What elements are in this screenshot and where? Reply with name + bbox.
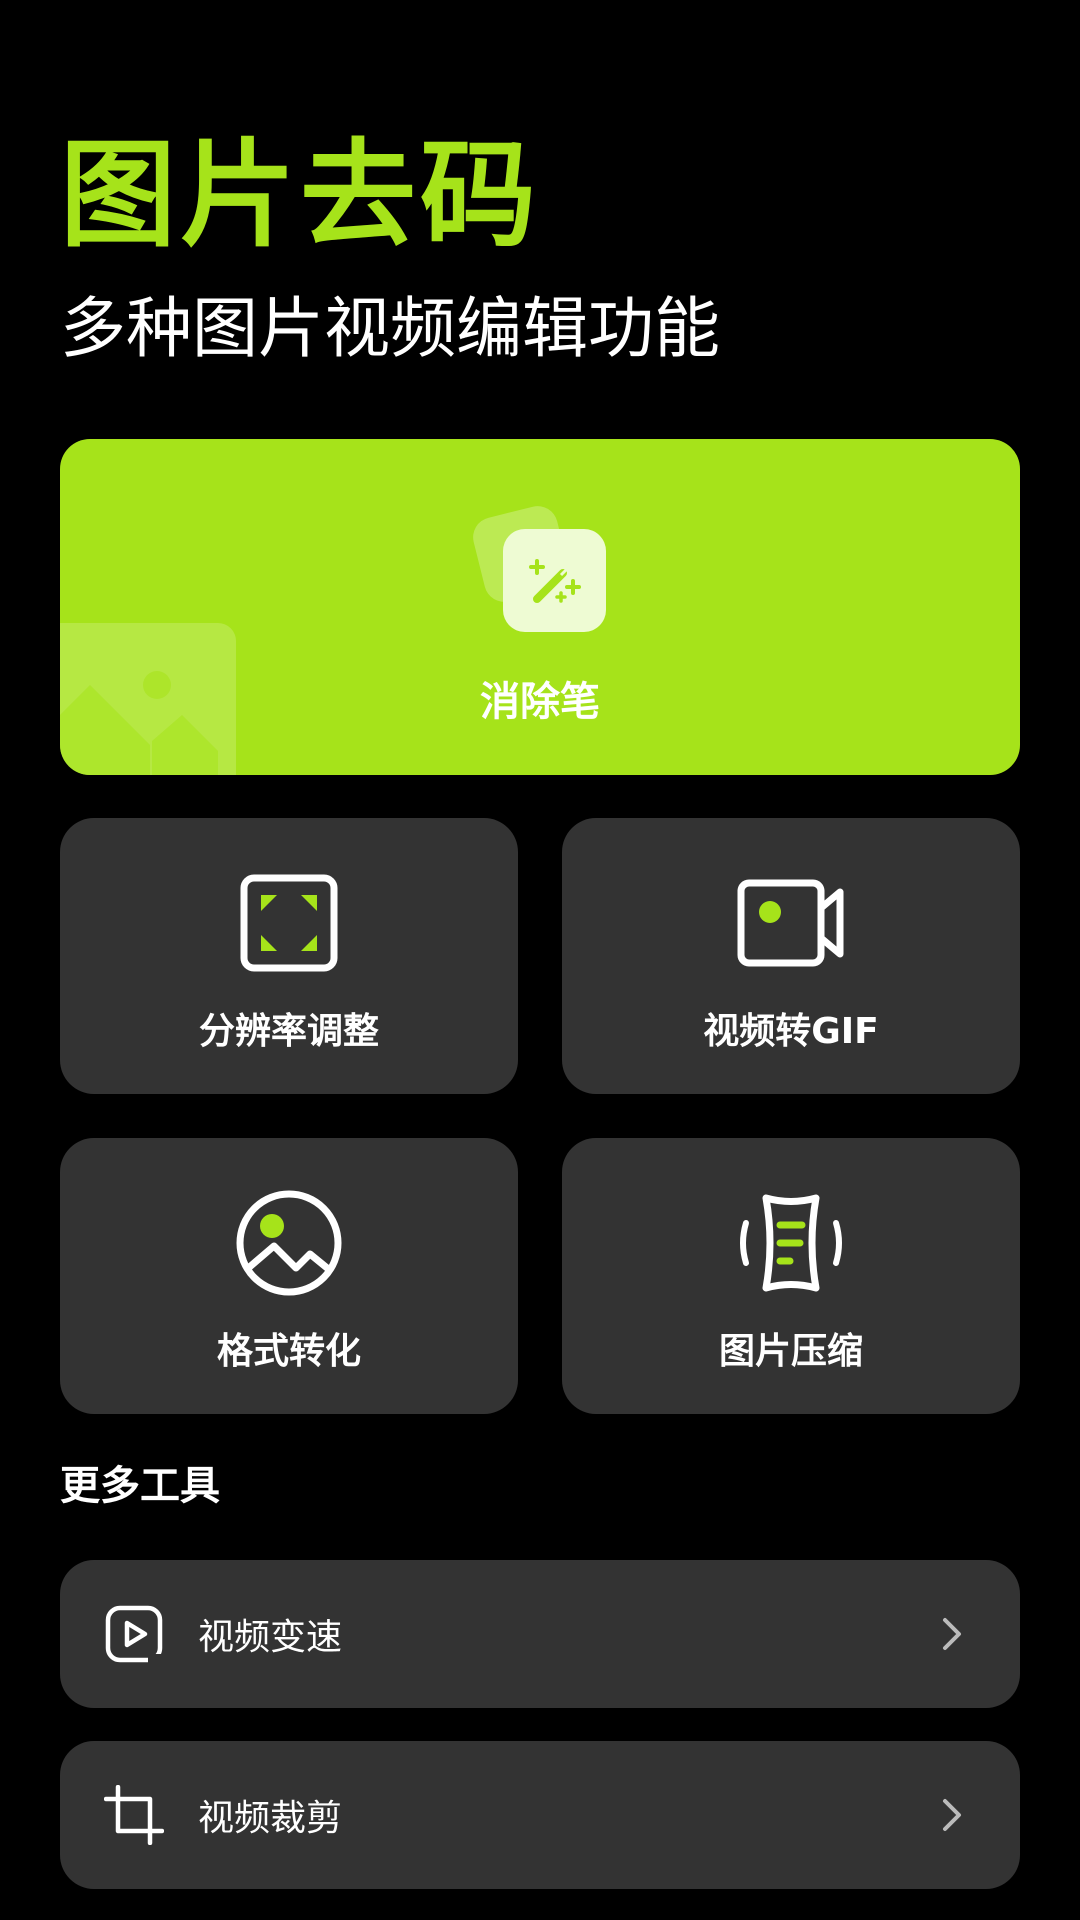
image-compress-card[interactable]: 图片压缩: [562, 1138, 1020, 1414]
video-to-gif-card[interactable]: 视频转GIF: [562, 818, 1020, 1094]
video-speed-label: 视频变速: [198, 1617, 343, 1658]
app-subtitle: 多种图片视频编辑功能: [60, 290, 720, 367]
video-to-gif-label: 视频转GIF: [703, 1011, 879, 1052]
magic-wand-icon: [503, 529, 606, 632]
resolution-frame-icon: [234, 868, 344, 978]
more-tools-title: 更多工具: [60, 1463, 220, 1509]
format-convert-card[interactable]: 格式转化: [60, 1138, 518, 1414]
image-circle-icon: [234, 1188, 344, 1298]
chevron-right-icon: [943, 1618, 961, 1650]
chevron-right-icon: [943, 1799, 961, 1831]
video-camera-icon: [736, 868, 846, 978]
resolution-adjust-label: 分辨率调整: [198, 1011, 379, 1052]
app-title: 图片去码: [60, 128, 540, 263]
image-compress-label: 图片压缩: [718, 1331, 863, 1372]
eraser-pen-label: 消除笔: [480, 679, 600, 725]
video-play-icon: [105, 1605, 163, 1664]
crop-icon: [104, 1785, 164, 1845]
resolution-adjust-card[interactable]: 分辨率调整: [60, 818, 518, 1094]
video-crop-label: 视频裁剪: [198, 1798, 343, 1839]
format-convert-label: 格式转化: [216, 1331, 361, 1372]
eraser-pen-card[interactable]: 消除笔: [60, 439, 1020, 775]
video-speed-row[interactable]: 视频变速: [60, 1560, 1020, 1708]
compress-icon: [736, 1188, 846, 1298]
video-crop-row[interactable]: 视频裁剪: [60, 1741, 1020, 1889]
